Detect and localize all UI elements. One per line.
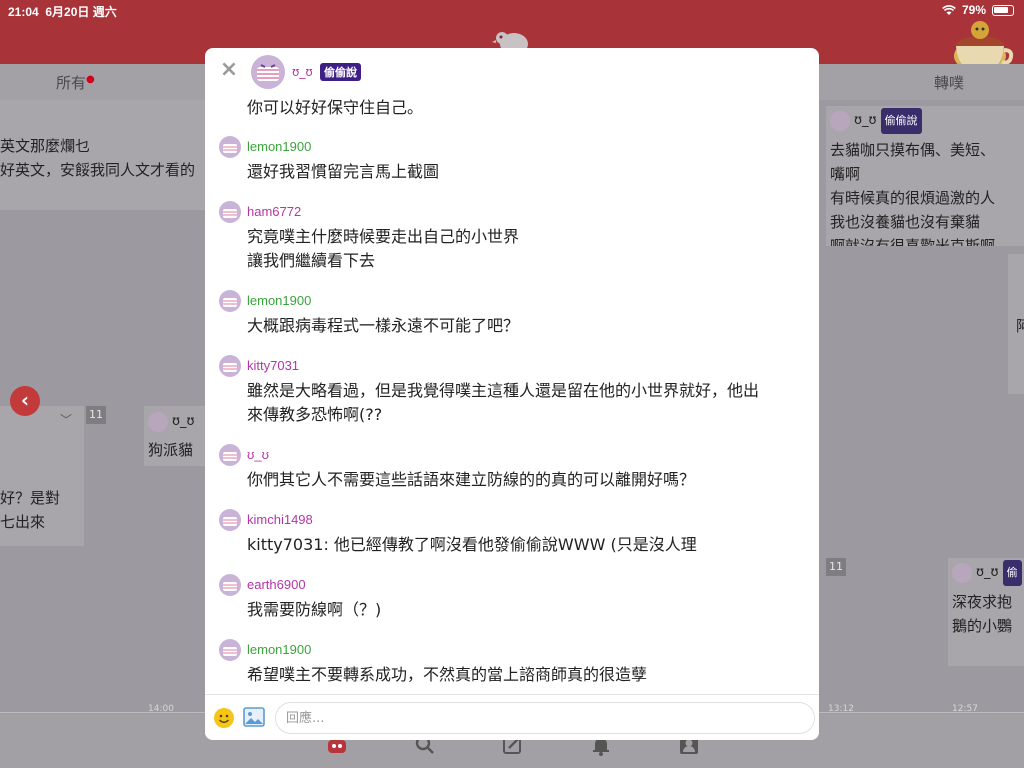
card-line: 深夜求抱 [952, 593, 1013, 611]
status-time: 21:04 6月20日 週六 [8, 5, 117, 19]
avatar[interactable] [219, 290, 241, 312]
card-author: ʊ_ʊ 偷偷說 [830, 108, 1024, 134]
avatar[interactable] [219, 509, 241, 531]
card-line: 好英文，安餒我同人文才看的 [0, 161, 196, 179]
response-item: kimchi1498 kitty7031: 他已經傳教了啊沒看他發偷偷說WWW … [205, 499, 819, 564]
author-name: ʊ_ʊ [172, 414, 195, 429]
timeline-card[interactable]: ʊ_ʊ 偷偷說 去貓咖只摸布偶、美短、 嘴啊 有時候真的很煩過激的人 我也沒養貓也… [826, 106, 1024, 246]
response-item: lemon1900 大概跟病毒程式一樣永遠不可能了吧？ [205, 280, 819, 345]
response-count: 11 [826, 558, 846, 576]
avatar[interactable] [219, 355, 241, 377]
timeline-card[interactable]: 英文那麼爛乜 好英文，安餒我同人文才看的 [0, 100, 206, 210]
card-line: 狗派貓 [148, 441, 194, 459]
avatar[interactable] [219, 136, 241, 158]
response-item: ʊ_ʊ 你們其它人不需要這些話語來建立防線的的真的可以離開好嗎？ [205, 434, 819, 499]
card-line: 七出來 [0, 513, 46, 531]
avatar[interactable] [219, 201, 241, 223]
emoji-icon[interactable] [213, 707, 235, 729]
card-author: ʊ_ʊ 偷 [952, 560, 1024, 586]
timeline-card[interactable]: ﹀ 好？是對 七出來 [0, 406, 84, 546]
avatar [148, 412, 168, 432]
card-line: 鵝的小鸚 [952, 617, 1013, 635]
card-line: 英文那麼爛乜 [0, 137, 91, 155]
battery-percent: 79% [961, 3, 986, 17]
card-line: 有時候真的很煩過激的人 [830, 189, 996, 207]
card-line: 好？是對 [0, 489, 61, 507]
wifi-icon [942, 4, 956, 15]
response-author[interactable]: lemon1900 [247, 642, 311, 657]
response-author[interactable]: kimchi1498 [247, 512, 313, 527]
op-content: 你可以好好保守住自己。 [247, 98, 424, 117]
response-text: 大概跟病毒程式一樣永遠不可能了吧？ [247, 316, 520, 335]
status-bar: 21:04 6月20日 週六 79% [0, 0, 1024, 20]
timeline-card[interactable]: 阿 [1008, 254, 1024, 394]
timeline-card[interactable]: ʊ_ʊ 狗派貓 [144, 406, 206, 466]
response-text: 你們其它人不需要這些話語來建立防線的的真的可以離開好嗎？ [247, 470, 696, 489]
card-line: 阿 [1016, 317, 1024, 335]
card-line: 嘴啊 [830, 165, 861, 183]
response-text: 希望噗主不要轉系成功，不然真的當上諮商師真的很造孽 [247, 665, 648, 684]
response-text: 讓我們繼續看下去 [247, 251, 376, 270]
response-author[interactable]: earth6900 [247, 577, 306, 592]
chevron-down-icon[interactable]: ﹀ [60, 408, 72, 432]
reply-bar [205, 694, 819, 740]
back-arrow-icon[interactable]: ‹ [10, 386, 40, 416]
anonymous-badge: 偷 [1002, 560, 1022, 586]
avatar [830, 111, 850, 131]
response-text: 雖然是大略看過，但是我覺得噗主這種人還是留在他的小世界就好，他出 [247, 381, 760, 400]
response-text: 來傳教多恐怖啊(?? [247, 405, 383, 424]
author-name: ʊ_ʊ [976, 565, 999, 580]
plurk-detail-modal: × ʊ_ʊ 偷偷說 你可以好好保守住自己。 lemon1900 還好我習慣留完言… [205, 48, 819, 740]
card-line: 去貓咖只摸布偶、美短、 [830, 141, 996, 159]
card-author: ʊ_ʊ [148, 410, 206, 434]
response-author[interactable]: lemon1900 [247, 139, 311, 154]
author-name: ʊ_ʊ [854, 113, 877, 128]
anonymous-badge: 偷偷說 [880, 108, 922, 134]
response-text: 還好我習慣留完言馬上截圖 [247, 162, 440, 181]
response-item: lemon1900 希望噗主不要轉系成功，不然真的當上諮商師真的很造孽 [205, 629, 819, 694]
timeline-card[interactable]: ʊ_ʊ 偷 深夜求抱 鵝的小鸚 [948, 558, 1024, 666]
response-text: 究竟噗主什麼時候要走出自己的小世界 [247, 227, 520, 246]
response-text: 我需要防線啊（？) [247, 600, 382, 619]
card-line: 我也沒養貓也沒有棄貓 [830, 213, 981, 231]
response-author[interactable]: ham6772 [247, 204, 301, 219]
response-author[interactable]: kitty7031 [247, 358, 299, 373]
response-author[interactable]: lemon1900 [247, 293, 311, 308]
op-author-name[interactable]: ʊ_ʊ [292, 65, 313, 79]
reply-input[interactable] [275, 702, 815, 734]
avatar[interactable] [219, 444, 241, 466]
response-count: 11 [86, 406, 106, 424]
close-icon[interactable]: × [219, 59, 239, 81]
battery-icon [992, 4, 1014, 16]
response-item: ham6772 究竟噗主什麼時候要走出自己的小世界 讓我們繼續看下去 [205, 191, 819, 280]
card-line: 啊就沒有很喜歡米克斯啊 [830, 237, 996, 246]
response-text: kitty7031: 他已經傳教了啊沒看他發偷偷說WWW (只是沒人理 [247, 535, 697, 554]
avatar[interactable] [219, 639, 241, 661]
op-avatar[interactable] [251, 55, 285, 89]
avatar[interactable] [219, 574, 241, 596]
response-list: lemon1900 還好我習慣留完言馬上截圖 ham6772 究竟噗主什麼時候要… [205, 126, 819, 694]
response-item: earth6900 我需要防線啊（？) [205, 564, 819, 629]
image-upload-icon[interactable] [243, 707, 265, 727]
response-item: lemon1900 還好我習慣留完言馬上截圖 [205, 126, 819, 191]
unread-dot: ● [86, 74, 95, 85]
status-right: 79% [942, 3, 1014, 17]
tab-replurks[interactable]: 轉噗 [934, 72, 964, 93]
response-item: kitty7031 雖然是大略看過，但是我覺得噗主這種人還是留在他的小世界就好，… [205, 345, 819, 434]
anonymous-badge: 偷偷說 [320, 63, 361, 81]
avatar [952, 563, 972, 583]
response-author[interactable]: ʊ_ʊ [247, 447, 269, 462]
tab-all[interactable]: 所有● [56, 72, 95, 93]
